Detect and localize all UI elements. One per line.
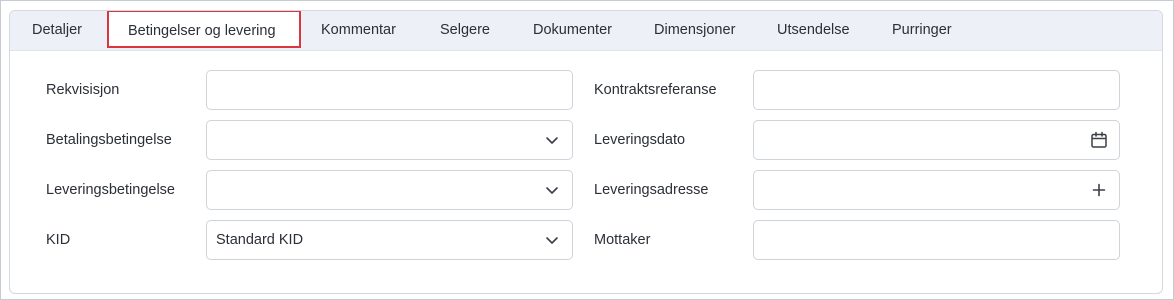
tab-selgere[interactable]: Selgere (440, 11, 490, 50)
kid-select[interactable]: Standard KID (206, 220, 573, 260)
tab-betingelser-og-levering[interactable]: Betingelser og levering (107, 11, 301, 48)
calendar-icon[interactable] (1090, 131, 1108, 149)
order-panel: Detaljer Betingelser og levering Komment… (9, 10, 1163, 294)
chevron-down-icon (544, 232, 560, 248)
plus-icon[interactable] (1091, 182, 1107, 198)
window-frame: Detaljer Betingelser og levering Komment… (0, 0, 1174, 300)
mottaker-field[interactable] (753, 220, 1120, 260)
leveringsbetingelse-label: Leveringsbetingelse (46, 182, 175, 198)
leveringsbetingelse-select[interactable] (206, 170, 573, 210)
leveringsadresse-field[interactable] (753, 170, 1120, 210)
mottaker-label: Mottaker (594, 232, 651, 248)
tab-utsendelse[interactable]: Utsendelse (777, 11, 850, 50)
rekvisisjon-label: Rekvisisjon (46, 82, 120, 98)
betalingsbetingelse-select[interactable] (206, 120, 573, 160)
leveringsdato-label: Leveringsdato (594, 132, 686, 148)
kontraktsreferanse-label: Kontraktsreferanse (594, 82, 717, 98)
tab-kommentar[interactable]: Kommentar (321, 11, 396, 50)
tab-dimensjoner[interactable]: Dimensjoner (654, 11, 735, 50)
chevron-down-icon (544, 132, 560, 148)
rekvisisjon-field[interactable] (206, 70, 573, 110)
leveringsdato-field[interactable] (753, 120, 1120, 160)
kid-value: Standard KID (216, 232, 304, 248)
kid-label: KID (46, 232, 71, 248)
tab-purringer[interactable]: Purringer (892, 11, 952, 50)
kontraktsreferanse-field[interactable] (753, 70, 1120, 110)
tab-dokumenter[interactable]: Dokumenter (533, 11, 612, 50)
tab-detaljer[interactable]: Detaljer (32, 11, 82, 50)
betalingsbetingelse-label: Betalingsbetingelse (46, 132, 172, 148)
leveringsadresse-label: Leveringsadresse (594, 182, 709, 198)
tab-bar: Detaljer Betingelser og levering Komment… (10, 11, 1162, 51)
chevron-down-icon (544, 182, 560, 198)
